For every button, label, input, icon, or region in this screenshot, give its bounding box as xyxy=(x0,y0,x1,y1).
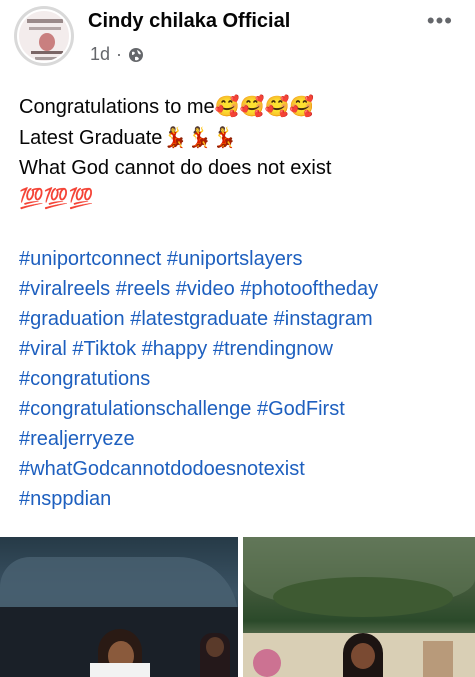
post-line: Latest Graduate💃💃💃 xyxy=(19,125,238,149)
post-photo[interactable] xyxy=(243,537,475,677)
page-avatar[interactable] xyxy=(14,6,74,66)
hashtag-line: #graduation #latestgraduate #instagram xyxy=(19,304,469,334)
hashtag-line: #congratutions xyxy=(19,364,469,394)
hashtag-list: #uniportconnect #uniportslayers #viralre… xyxy=(19,244,469,514)
post-photo[interactable] xyxy=(0,537,238,677)
hashtag-line: #congratulationschallenge #GodFirst xyxy=(19,394,469,424)
hashtag-link[interactable]: #GodFirst xyxy=(257,398,345,420)
hashtag-link[interactable]: #viral xyxy=(19,338,67,360)
post-line: What God cannot do does not exist xyxy=(19,157,332,179)
hashtag-link[interactable]: #reels xyxy=(116,278,170,300)
post-timestamp[interactable]: 1d xyxy=(90,44,110,65)
post-meta: 1d · xyxy=(90,44,144,65)
hashtag-link[interactable]: #video xyxy=(176,278,235,300)
globe-icon[interactable] xyxy=(128,47,144,63)
hashtag-link[interactable]: #congratulationschallenge xyxy=(19,398,251,420)
post-line: 💯💯💯 xyxy=(19,183,469,214)
hashtag-link[interactable]: #trendingnow xyxy=(213,338,333,360)
hashtag-line: #whatGodcannotdodoesnotexist xyxy=(19,454,469,484)
hashtag-link[interactable]: #congratutions xyxy=(19,368,150,390)
hashtag-line: #viralreels #reels #video #photooftheday xyxy=(19,274,469,304)
hashtag-link[interactable]: #viralreels xyxy=(19,278,110,300)
hashtag-link[interactable]: #Tiktok xyxy=(72,338,136,360)
hashtag-link[interactable]: #uniportconnect xyxy=(19,248,161,270)
hashtag-link[interactable]: #realjerryeze xyxy=(19,428,135,450)
hashtag-link[interactable]: #nsppdian xyxy=(19,488,111,510)
avatar-image xyxy=(17,9,71,63)
hashtag-line: #viral #Tiktok #happy #trendingnow xyxy=(19,334,469,364)
post-header: Cindy chilaka Official 1d · ••• xyxy=(0,0,475,80)
hashtag-link[interactable]: #whatGodcannotdodoesnotexist xyxy=(19,458,305,480)
meta-separator: · xyxy=(116,44,123,64)
post-line: Congratulations to me🥰🥰🥰🥰 xyxy=(19,94,315,118)
hashtag-link[interactable]: #happy xyxy=(142,338,208,360)
page-name-link[interactable]: Cindy chilaka Official xyxy=(88,10,290,33)
hashtag-link[interactable]: #uniportslayers xyxy=(167,248,303,270)
hashtag-link[interactable]: #photooftheday xyxy=(240,278,378,300)
emoji-dancer: 💃💃💃 xyxy=(162,125,238,149)
hashtag-link[interactable]: #instagram xyxy=(274,308,373,330)
hashtag-line: #nsppdian xyxy=(19,484,469,514)
hashtag-line: #uniportconnect #uniportslayers xyxy=(19,244,469,274)
more-options-icon[interactable]: ••• xyxy=(427,10,453,32)
emoji-hundred: 💯💯💯 xyxy=(19,186,94,210)
post-body: Congratulations to me🥰🥰🥰🥰 Latest Graduat… xyxy=(19,91,469,514)
photo-grid xyxy=(0,537,475,677)
emoji-smiling-hearts: 🥰🥰🥰🥰 xyxy=(214,94,315,118)
hashtag-line: #realjerryeze xyxy=(19,424,469,454)
hashtag-link[interactable]: #graduation xyxy=(19,308,125,330)
hashtag-link[interactable]: #latestgraduate xyxy=(130,308,268,330)
